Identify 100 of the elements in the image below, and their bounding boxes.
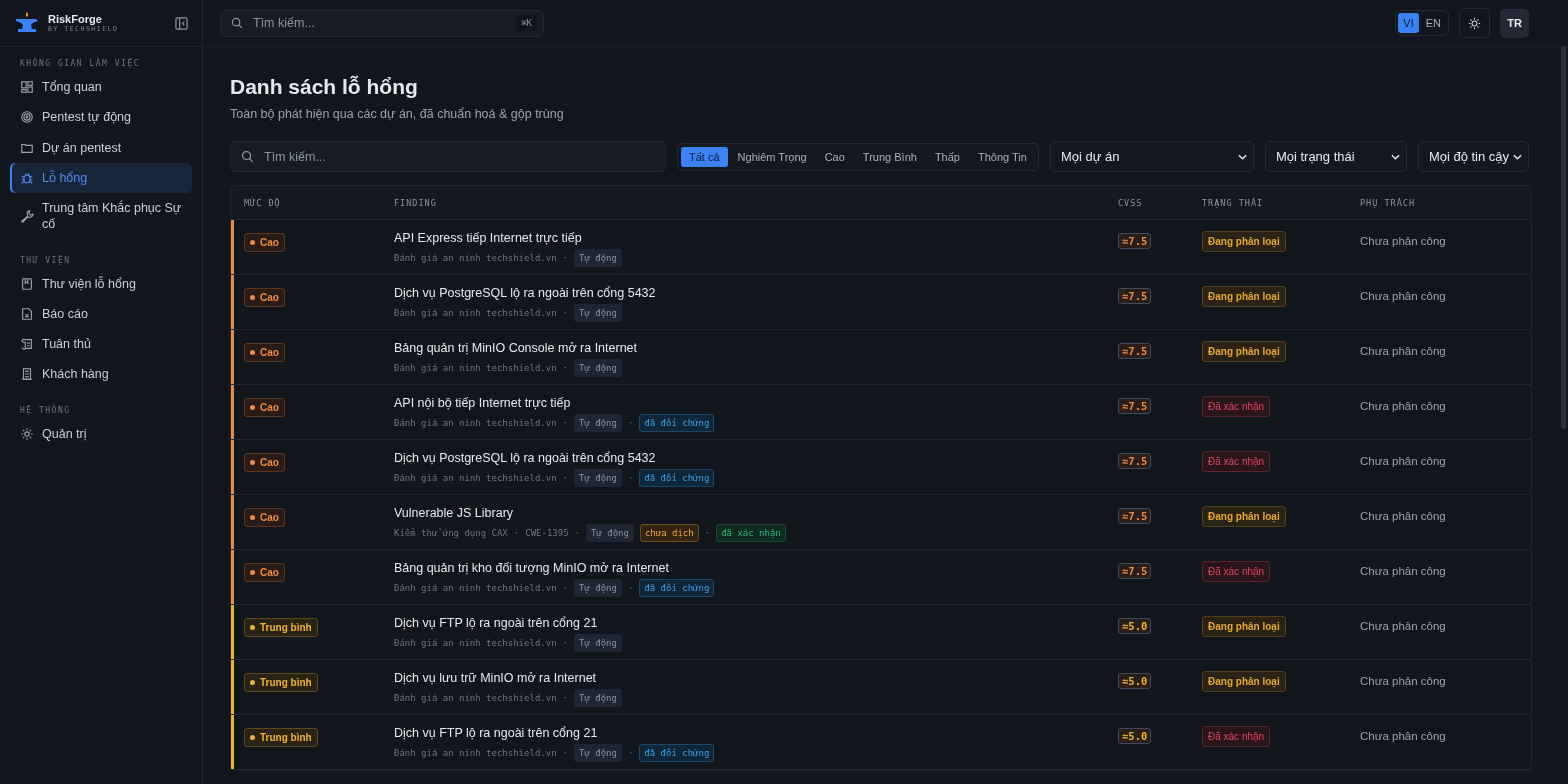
finding-row[interactable]: Cao API Express tiếp Internet trực tiếp Đánh giá an ninh techshield.vn · Tự động ≈7.5 Đang phân loại Chưa phân công <box>231 220 1531 275</box>
collapse-sidebar-button[interactable] <box>175 16 188 30</box>
auto-tag: Tự động <box>574 744 622 762</box>
finding-title: API Express tiếp Internet trực tiếp <box>394 231 583 245</box>
status-badge: Đang phân loại <box>1202 616 1286 637</box>
severity-badge: Trung bình <box>244 618 318 637</box>
separator: · <box>562 418 568 428</box>
separator: · <box>574 528 580 538</box>
shortcut-hint: ⌘K <box>516 15 537 31</box>
status-badge: Đã xác nhận <box>1202 451 1271 472</box>
sidebar-item[interactable]: Tuân thủ <box>10 329 192 360</box>
severity-badge: Trung bình <box>244 728 318 747</box>
chevron-down-icon <box>1237 153 1247 160</box>
status-badge: Đã xác nhận <box>1202 561 1271 582</box>
assignee-text: Chưa phân công <box>1360 455 1446 467</box>
column-header: MỨC ĐỘ <box>244 197 282 208</box>
section-label: KHÔNG GIAN LÀM VIỆC <box>19 57 141 70</box>
auto-tag: Tự động <box>574 249 622 267</box>
cvss-score: ≈7.5 <box>1118 288 1152 304</box>
finding-row[interactable]: Cao Dịch vụ PostgreSQL lộ ra ngoài trên cổng 5432 Đánh giá an ninh techshield.vn · Tự động · đã đối chứng ≈7.5 Đã xác nhận Chưa phân công <box>231 440 1531 495</box>
severity-tab[interactable]: Trung Bình <box>854 146 925 167</box>
auto-tag: Tự động <box>574 469 622 487</box>
cvss-score: ≈7.5 <box>1118 343 1152 359</box>
search-bar[interactable]: Tìm kiếm... <box>230 141 666 172</box>
search-input[interactable]: Tìm kiếm... <box>251 15 509 31</box>
section-label: THƯ VIỆN <box>19 254 72 267</box>
finding-row[interactable]: Trung bình Dịch vụ lưu trữ MinIO mở ra Internet Đánh giá an ninh techshield.vn · Tự động ≈5.0 Đang phân loại Chưa phân công <box>231 660 1531 715</box>
severity-badge: Cao <box>244 508 285 527</box>
cvss-score: ≈7.5 <box>1118 398 1152 414</box>
reconciled-tag: đã đối chứng <box>639 414 715 432</box>
cvss-score: ≈7.5 <box>1118 233 1152 249</box>
severity-tab[interactable]: Nghiêm Trọng <box>729 146 815 167</box>
column-header: CVSS <box>1118 197 1144 208</box>
sidebar-item[interactable]: Dự án pentest <box>10 132 192 163</box>
source-text: Đánh giá an ninh techshield.vn <box>394 638 557 648</box>
sidebar-item[interactable]: Quản trị <box>10 418 192 449</box>
finding-row[interactable]: Cao Bảng quản trị MinIO Console mở ra Internet Đánh giá an ninh techshield.vn · Tự động ≈7.5 Đang phân loại Chưa phân công <box>231 330 1531 385</box>
separator: · <box>562 363 568 373</box>
severity-badge: Cao <box>244 343 285 362</box>
sidebar-item[interactable]: Thư viện lỗ hổng <box>10 268 192 299</box>
sidebar-item[interactable]: Lỗ hổng <box>10 162 192 193</box>
finding-row[interactable]: Cao Vulnerable JS Library Kiểm thử ứng dụng CAX · CWE-1395 · Tự động chưa dịch · đã xác nhận ≈7.5 Đang phân loại Chưa phân công <box>231 495 1531 550</box>
auto-tag: Tự động <box>574 634 622 652</box>
reconciled-tag: đã đối chứng <box>639 469 715 487</box>
sidebar-item[interactable]: Báo cáo <box>10 298 192 329</box>
severity-tab[interactable]: Cao <box>816 146 853 167</box>
auto-tag: Tự động <box>574 689 622 707</box>
assignee-text: Chưa phân công <box>1360 400 1446 412</box>
finding-row[interactable]: Trung bình Dịch vụ FTP lộ ra ngoài trên cổng 21 Đánh giá an ninh techshield.vn · Tự động · đã đối chứng ≈5.0 Đã xác nhận Chưa phân công <box>231 715 1531 770</box>
severity-tab[interactable]: Tất cả <box>681 146 728 167</box>
language-option[interactable]: VI <box>1398 13 1419 33</box>
search-bar[interactable]: Tìm kiếm... ⌘K <box>220 9 544 37</box>
finding-title: Bảng quản trị kho đối tượng MinIO mở ra Internet <box>394 561 670 575</box>
filter-dropdown[interactable]: Mọi trạng thái <box>1264 141 1407 172</box>
sun-icon <box>1468 16 1481 30</box>
finding-row[interactable]: Cao Dịch vụ PostgreSQL lộ ra ngoài trên cổng 5432 Đánh giá an ninh techshield.vn · Tự động ≈7.5 Đang phân loại Chưa phân công <box>231 275 1531 330</box>
separator: · <box>562 693 568 703</box>
finding-row[interactable]: Cao API nội bộ tiếp Internet trực tiếp Đánh giá an ninh techshield.vn · Tự động · đã đối chứng ≈7.5 Đã xác nhận Chưa phân công <box>231 385 1531 440</box>
finding-row[interactable]: Cao Bảng quản trị kho đối tượng MinIO mở ra Internet Đánh giá an ninh techshield.vn · Tự động · đã đối chứng ≈7.5 Đã xác nhận Chưa phân công <box>231 550 1531 605</box>
separator: · <box>704 528 711 538</box>
source-text: Đánh giá an ninh techshield.vn <box>394 363 557 373</box>
source-text: Đánh giá an ninh techshield.vn <box>394 308 557 318</box>
auto-tag: Tự động <box>574 579 622 597</box>
filter-dropdown[interactable]: Mọi độ tin cậy <box>1417 141 1529 172</box>
separator: · <box>513 528 520 538</box>
theme-toggle-button[interactable] <box>1459 8 1490 38</box>
source-text: Kiểm thử ứng dụng CAX <box>394 528 508 538</box>
assignee-text: Chưa phân công <box>1360 565 1446 577</box>
severity-tab[interactable]: Thông Tin <box>969 146 1035 167</box>
severity-badge: Cao <box>244 398 285 417</box>
user-avatar[interactable]: TR <box>1500 8 1529 38</box>
sidebar-item[interactable]: Tổng quan <box>10 72 192 103</box>
status-badge: Đã xác nhận <box>1202 726 1271 747</box>
scrollbar-thumb[interactable] <box>1561 46 1566 429</box>
auto-tag: Tự động <box>574 414 622 432</box>
separator: · <box>627 418 634 428</box>
finding-row[interactable]: Trung bình Dịch vụ FTP lộ ra ngoài trên cổng 21 Đánh giá an ninh techshield.vn · Tự động ≈5.0 Đang phân loại Chưa phân công <box>231 605 1531 660</box>
section-label: HỆ THỐNG <box>19 403 72 417</box>
filter-dropdown[interactable]: Mọi dự án <box>1049 141 1254 172</box>
sidebar-item[interactable]: Trung tâm Khắc phục Sự cố <box>10 193 192 240</box>
column-header: FINDING <box>394 197 438 208</box>
assignee-text: Chưa phân công <box>1360 345 1446 357</box>
severity-badge: Cao <box>244 233 285 252</box>
sidebar-item[interactable]: Khách hàng <box>10 359 192 390</box>
language-option[interactable]: EN <box>1420 13 1446 33</box>
sidebar-item[interactable]: Pentest tự động <box>10 102 192 133</box>
finding-title: Dịch vụ PostgreSQL lộ ra ngoài trên cổng 5432 <box>394 451 657 465</box>
finding-title: Dịch vụ FTP lộ ra ngoài trên cổng 21 <box>394 616 599 630</box>
scroll-icon <box>20 337 34 352</box>
severity-tab[interactable]: Thấp <box>926 146 968 167</box>
severity-badge: Cao <box>244 453 285 472</box>
separator: · <box>562 748 568 758</box>
search-input[interactable]: Tìm kiếm... <box>262 148 655 165</box>
finding-title: Dịch vụ FTP lộ ra ngoài trên cổng 21 <box>394 726 599 740</box>
separator: · <box>627 748 634 758</box>
severity-badge: Cao <box>244 563 285 582</box>
column-header: PHỤ TRÁCH <box>1360 197 1417 208</box>
separator: · <box>562 638 568 648</box>
gear-icon <box>20 426 34 441</box>
source-text: CWE-1395 <box>525 528 569 538</box>
